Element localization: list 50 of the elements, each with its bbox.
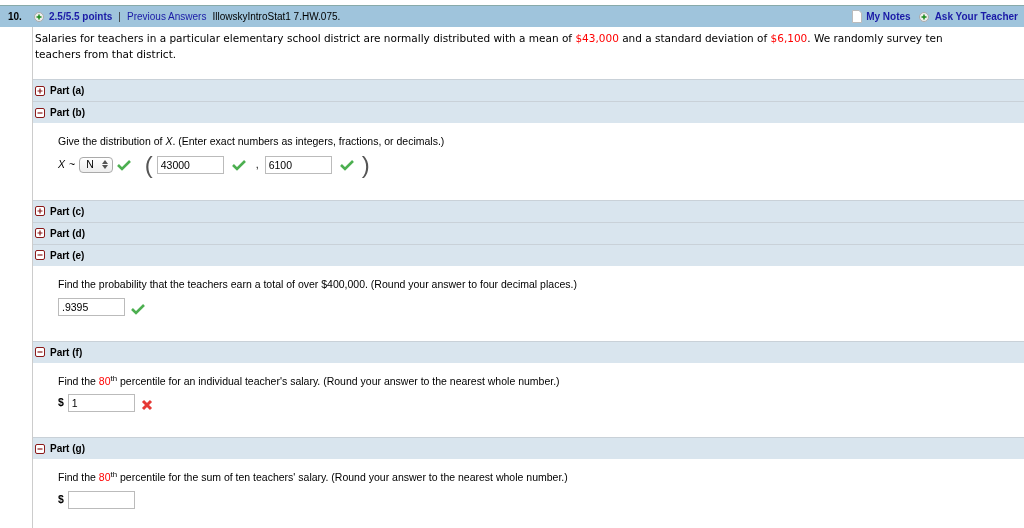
collapse-icon[interactable]	[35, 250, 45, 261]
part-label: Part (d)	[50, 226, 85, 241]
document-icon	[852, 10, 863, 23]
expand-icon[interactable]	[35, 85, 45, 96]
part-label: Part (f)	[50, 345, 83, 360]
expand-icon[interactable]	[35, 206, 45, 217]
points-text: 2.5/5.5 points	[49, 10, 113, 24]
updown-caret-icon	[101, 160, 108, 170]
answer-field[interactable]	[67, 491, 135, 509]
my-notes-link[interactable]: My Notes	[866, 9, 911, 24]
question-prompt: Find the 80$^{th}$ percentile for an individual teacher's salary. (Round your answer to the nearest whole number.)	[58, 373, 561, 389]
answer-field[interactable]: 6100	[264, 155, 332, 174]
question-prompt: Find the 80$^{th}$ percentile for the sum of ten teachers' salary. (Round your answer to the nearest whole number.)	[58, 470, 569, 486]
ask-teacher-link[interactable]: Ask Your Teacher	[934, 9, 1018, 24]
answer-field[interactable]: 43000	[156, 155, 224, 174]
tilde-symbol: ~	[69, 156, 76, 172]
previous-answers-link[interactable]: Previous Answers	[126, 9, 207, 24]
part-header[interactable]: Part (d)	[33, 221, 1024, 244]
answer-field[interactable]: .9395	[58, 297, 125, 316]
part-header[interactable]: Part (e)	[33, 243, 1024, 266]
part-header[interactable]: Part (a)	[33, 79, 1024, 101]
question-number: 10.	[8, 10, 23, 24]
separator: |	[118, 10, 121, 24]
collapse-icon[interactable]	[35, 443, 45, 454]
part-label: Part (g)	[50, 442, 85, 457]
dollar-sign: $	[58, 492, 64, 508]
plus-circle-icon[interactable]	[918, 11, 929, 22]
expand-icon[interactable]	[35, 228, 45, 239]
plus-circle-icon[interactable]	[34, 11, 44, 22]
close-paren: )	[361, 152, 370, 177]
question-prompt: Find the probability that the teachers earn a total of over $400,000. (Round your answer to four decimal places.)	[58, 276, 578, 292]
part-header[interactable]: Part (b)	[33, 101, 1024, 123]
variable-label: X	[58, 156, 65, 172]
comma: ,	[255, 156, 259, 172]
part-label: Part (b)	[50, 106, 85, 120]
question-prompt: Give the distribution of X. (Enter exact numbers as integers, fractions, or decimals.)	[58, 134, 446, 149]
part-header[interactable]: Part (f)	[33, 340, 1024, 363]
question-text: Salaries for teachers in a particular elementary school district are normally distributed with a mean of $43,000 and a standard deviation of $6,100. We randomly survey ten teachers from that district.	[34, 31, 944, 62]
distribution-select[interactable]: N	[79, 156, 113, 173]
dollar-sign: $	[58, 395, 64, 411]
open-paren: (	[144, 152, 153, 177]
part-header[interactable]: Part (g)	[33, 437, 1024, 460]
assignment-id: IllowskyIntroStat1 7.HW.075.	[212, 10, 341, 24]
answer-field[interactable]: 1	[67, 394, 135, 413]
collapse-icon[interactable]	[35, 347, 45, 357]
part-label: Part (c)	[50, 204, 85, 219]
part-label: Part (a)	[50, 84, 85, 98]
part-header[interactable]: Part (c)	[33, 199, 1024, 222]
collapse-icon[interactable]	[35, 107, 45, 118]
part-label: Part (e)	[50, 248, 85, 263]
